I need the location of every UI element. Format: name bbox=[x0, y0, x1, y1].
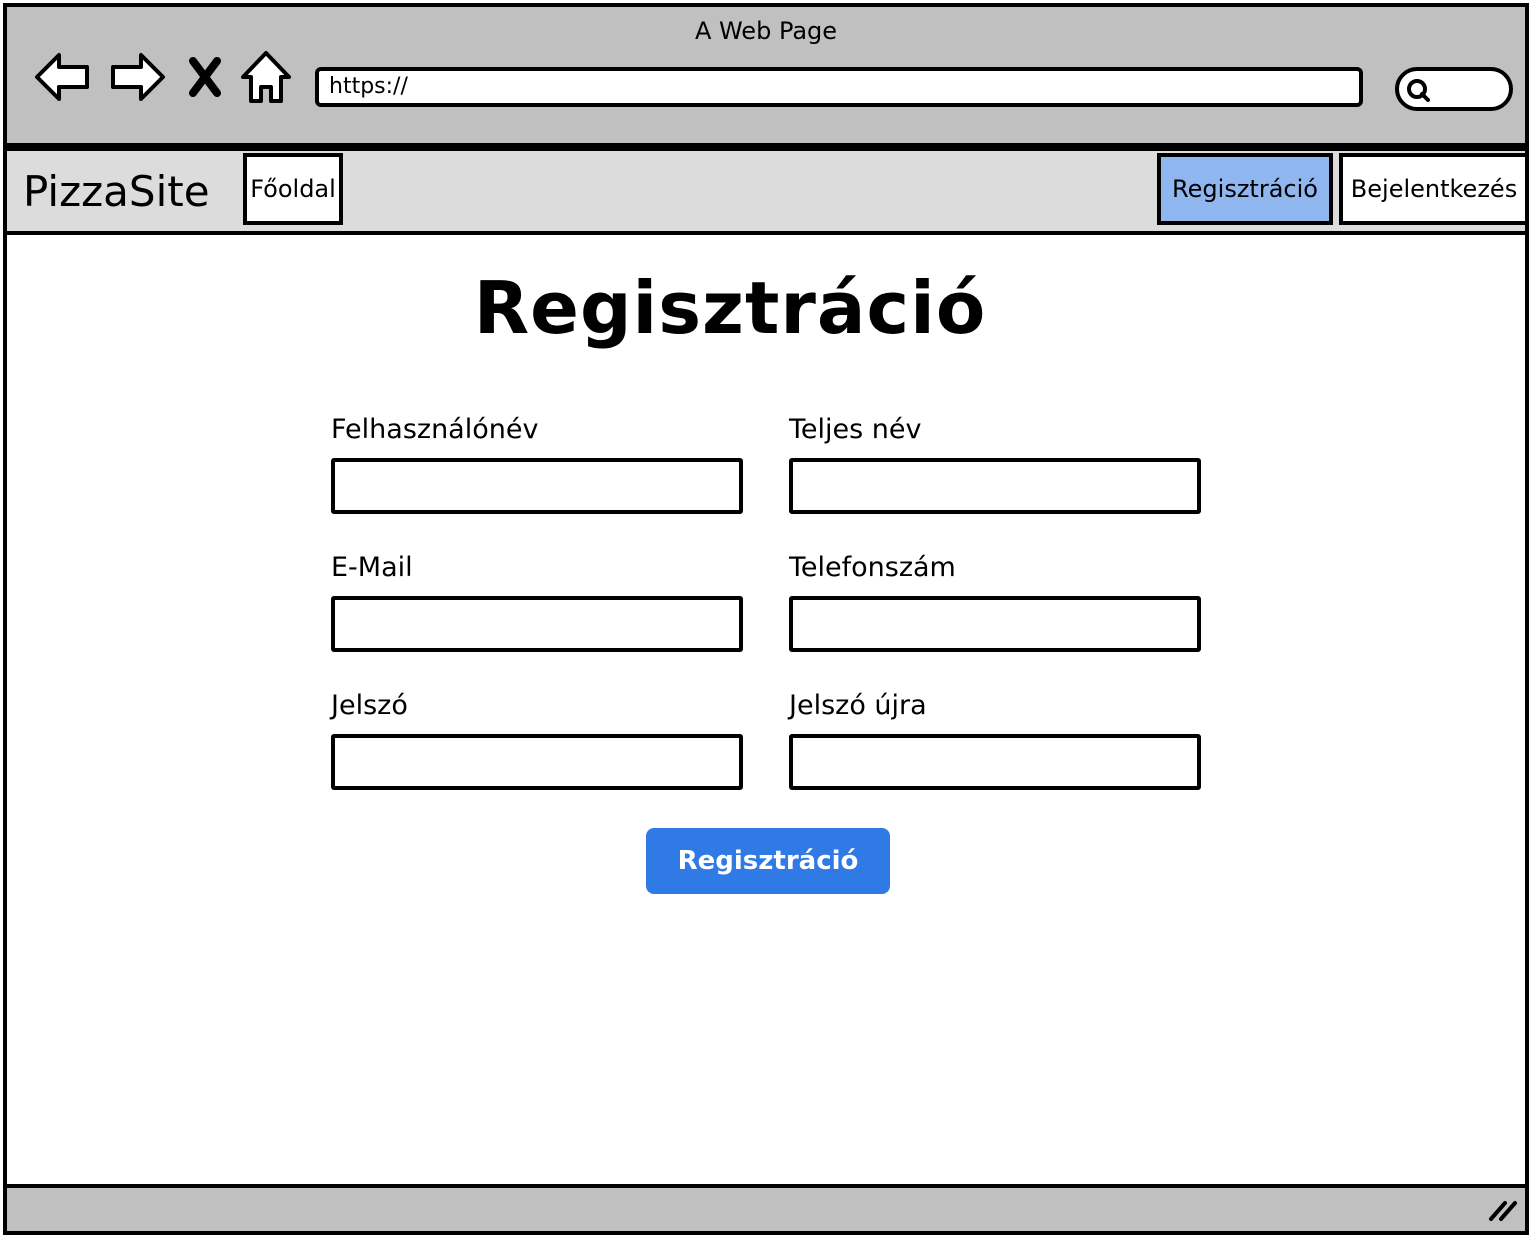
phone-input[interactable] bbox=[789, 596, 1201, 652]
nav-login-button[interactable]: Bejelentkezés bbox=[1339, 153, 1529, 225]
home-icon[interactable] bbox=[239, 49, 293, 105]
register-submit-button[interactable]: Regisztráció bbox=[646, 828, 890, 894]
password-again-input[interactable] bbox=[789, 734, 1201, 790]
site-logo[interactable]: PizzaSite bbox=[23, 167, 210, 216]
email-input[interactable] bbox=[331, 596, 743, 652]
password-label: Jelszó bbox=[331, 690, 408, 721]
nav-home-button[interactable]: Főoldal bbox=[243, 153, 343, 225]
browser-search-box[interactable] bbox=[1395, 67, 1513, 111]
fullname-label: Teljes név bbox=[789, 414, 922, 445]
username-label: Felhasználónév bbox=[331, 414, 539, 445]
close-x-icon[interactable] bbox=[187, 57, 223, 97]
site-navbar: PizzaSite Főoldal Regisztráció Bejelentk… bbox=[3, 147, 1529, 235]
window-title: A Web Page bbox=[694, 17, 838, 45]
password-input[interactable] bbox=[331, 734, 743, 790]
password-again-label: Jelszó újra bbox=[789, 690, 927, 721]
browser-toolbar: A Web Page https:// bbox=[3, 3, 1529, 147]
status-bar bbox=[3, 1184, 1529, 1235]
username-input[interactable] bbox=[331, 458, 743, 514]
address-text: https:// bbox=[329, 74, 408, 99]
fullname-input[interactable] bbox=[789, 458, 1201, 514]
search-icon bbox=[1407, 79, 1430, 102]
resize-handle-icon[interactable] bbox=[1487, 1195, 1519, 1227]
phone-label: Telefonszám bbox=[789, 552, 956, 583]
forward-arrow-icon[interactable] bbox=[107, 49, 167, 105]
nav-register-button[interactable]: Regisztráció bbox=[1157, 153, 1333, 225]
email-label: E-Mail bbox=[331, 552, 413, 583]
address-bar[interactable]: https:// bbox=[315, 67, 1363, 107]
back-arrow-icon[interactable] bbox=[33, 49, 93, 105]
page-title: Regisztráció bbox=[473, 266, 987, 350]
